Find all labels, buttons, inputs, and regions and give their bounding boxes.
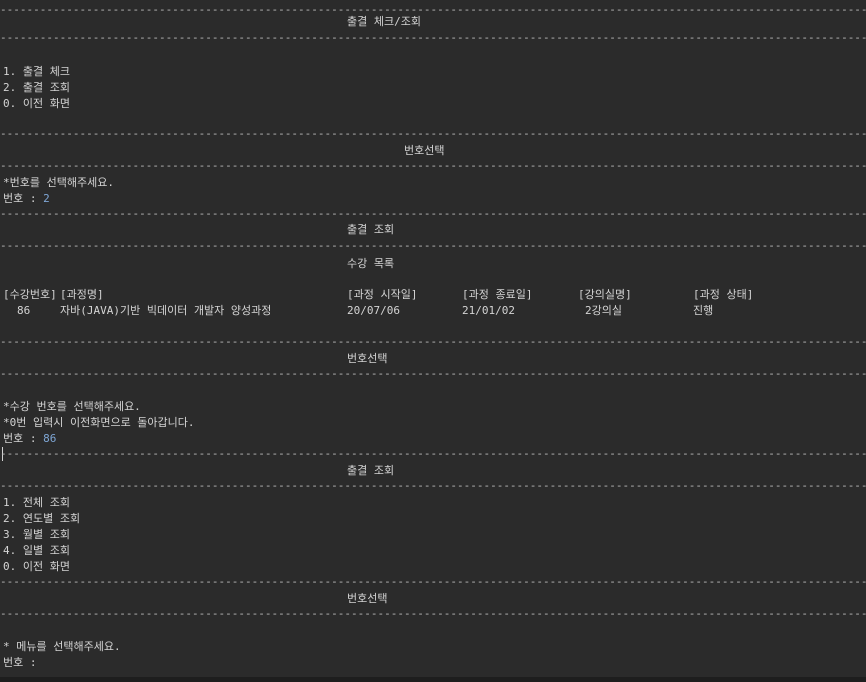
prompt-select-number: *번호를 선택해주세요. bbox=[3, 176, 114, 189]
table-cell-course-number: 86 bbox=[17, 304, 31, 317]
console-output[interactable]: ----------------------------------------… bbox=[0, 0, 866, 682]
menu-item-attendance-view: 2. 출결 조회 bbox=[3, 81, 70, 94]
separator-line: ----------------------------------------… bbox=[0, 479, 866, 492]
separator-line: ----------------------------------------… bbox=[0, 159, 866, 172]
separator-line: ----------------------------------------… bbox=[0, 239, 866, 252]
input-value: 2 bbox=[43, 192, 50, 205]
input-label: 번호 : bbox=[3, 192, 44, 205]
section-title-number-select: 번호선택 bbox=[404, 144, 445, 157]
table-header-course-name: [과정명] bbox=[60, 288, 104, 301]
menu-item-view-by-month: 3. 월별 조회 bbox=[3, 528, 70, 541]
prompt-select-course-number: *수강 번호를 선택해주세요. bbox=[3, 400, 141, 413]
separator-line: ----------------------------------------… bbox=[0, 335, 866, 348]
section-title-number-select: 번호선택 bbox=[347, 352, 388, 365]
separator-line: ----------------------------------------… bbox=[0, 367, 866, 380]
table-header-course-number: [수강번호] bbox=[3, 288, 57, 301]
number-input-line[interactable]: 번호 : 2 bbox=[3, 191, 50, 207]
table-cell-classroom: 2강의실 bbox=[585, 304, 622, 317]
course-number-input-line[interactable]: 번호 : 86 bbox=[3, 431, 56, 447]
table-header-end-date: [과정 종료일] bbox=[462, 288, 533, 301]
section-title-attendance-view: 출결 조회 bbox=[347, 223, 395, 236]
separator-line: ----------------------------------------… bbox=[0, 31, 866, 44]
menu-item-view-by-year: 2. 연도별 조회 bbox=[3, 512, 81, 525]
table-cell-course-name: 자바(JAVA)기반 빅데이터 개발자 양성과정 bbox=[60, 304, 272, 317]
separator-line: ----------------------------------------… bbox=[0, 447, 866, 460]
separator-line: ----------------------------------------… bbox=[0, 607, 866, 620]
input-label: 번호 : bbox=[3, 656, 44, 669]
separator-line: ----------------------------------------… bbox=[0, 207, 866, 220]
separator-line: ----------------------------------------… bbox=[0, 3, 866, 16]
separator-line: ----------------------------------------… bbox=[0, 127, 866, 140]
section-title-attendance: 출결 체크/조회 bbox=[347, 15, 421, 28]
menu-number-input-line[interactable]: 번호 : bbox=[3, 655, 43, 671]
menu-item-view-by-day: 4. 일별 조회 bbox=[3, 544, 70, 557]
console-bottom-edge bbox=[0, 677, 866, 682]
menu-item-attendance-check: 1. 출결 체크 bbox=[3, 65, 70, 78]
menu-item-view-all: 1. 전체 조회 bbox=[3, 496, 70, 509]
prompt-zero-to-go-back: *0번 입력시 이전화면으로 돌아갑니다. bbox=[3, 416, 195, 429]
menu-item-previous: 0. 이전 화면 bbox=[3, 560, 70, 573]
menu-item-previous: 0. 이전 화면 bbox=[3, 97, 70, 110]
table-header-classroom: [강의실명] bbox=[578, 288, 632, 301]
table-cell-status: 진행 bbox=[693, 304, 714, 317]
input-value: 86 bbox=[43, 432, 57, 445]
table-header-status: [과정 상태] bbox=[693, 288, 754, 301]
section-subtitle-course-list: 수강 목록 bbox=[347, 257, 395, 270]
table-header-start-date: [과정 시작일] bbox=[347, 288, 418, 301]
prompt-select-menu: * 메뉴를 선택해주세요. bbox=[3, 640, 121, 653]
section-title-number-select: 번호선택 bbox=[347, 592, 388, 605]
input-label: 번호 : bbox=[3, 432, 44, 445]
separator-line: ----------------------------------------… bbox=[0, 575, 866, 588]
section-title-attendance-view: 출결 조회 bbox=[347, 464, 395, 477]
table-cell-start-date: 20/07/06 bbox=[347, 304, 400, 317]
table-cell-end-date: 21/01/02 bbox=[462, 304, 515, 317]
